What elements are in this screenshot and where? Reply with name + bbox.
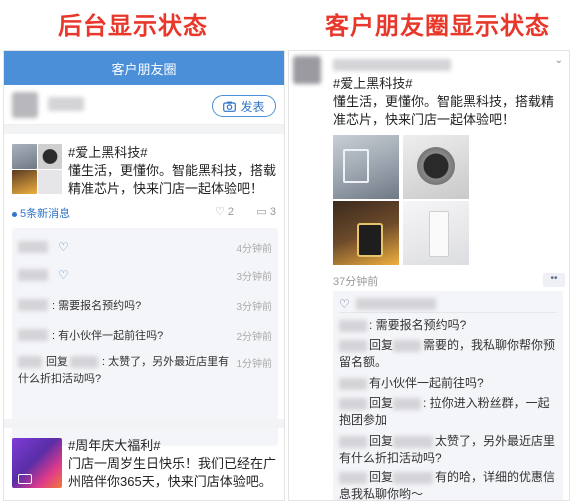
moments-panel: ⌄ #爱上黑科技# 懂生活，更懂你。智能黑科技，搭载精准芯片，快来门店一起体验吧… xyxy=(288,50,570,501)
post-image[interactable] xyxy=(333,135,399,199)
commenter-blurred xyxy=(18,329,48,341)
backend-header-title: 客户朋友圈 xyxy=(111,61,177,77)
post-body: 懂生活，更懂你。智能黑科技，搭载精准芯片，快来门店一起体验吧！ xyxy=(68,163,277,196)
backend-post[interactable]: #周年庆大福利# 门店一周岁生日快乐！我们已经在广州陪伴你365天，快来门店体验… xyxy=(4,419,284,500)
backend-status-heading: 后台显示状态 xyxy=(58,12,208,40)
backend-header: 客户朋友圈 xyxy=(4,51,284,85)
post-topic: #爱上黑科技# xyxy=(333,76,413,91)
camera-icon xyxy=(223,101,237,112)
more-actions-button[interactable]: •• xyxy=(543,273,565,287)
post-thumbnail xyxy=(12,438,62,488)
list-item[interactable]: 回复 太赞了，另外最近店里有什么折扣活动吗? xyxy=(339,433,557,467)
post-body: 门店一周岁生日快乐！我们已经在广州陪伴你365天，快来门店体验吧。 xyxy=(68,456,277,489)
list-item: ♡ 3分钟前 xyxy=(18,264,272,286)
list-item[interactable]: 回复: 拉你进入粉丝群，一起抱团参加 xyxy=(339,395,557,429)
like-count[interactable]: ♡ 2 xyxy=(215,205,234,218)
video-icon xyxy=(18,474,32,484)
list-item[interactable]: 回复 有的哈，详细的优惠信息我私聊你哟～ xyxy=(339,469,557,500)
commenter-blurred xyxy=(18,241,48,253)
post-meta: 5条新消息 ♡ 2 ▭ 3 xyxy=(12,205,278,221)
backend-post[interactable]: #爱上黑科技# 懂生活，更懂你。智能黑科技，搭载精准芯片，快来门店一起体验吧！ … xyxy=(4,134,284,454)
user-name-blurred xyxy=(48,97,84,111)
list-item: ♡ 4分钟前 xyxy=(18,236,272,258)
new-message-dot xyxy=(12,211,17,217)
post-topic: #周年庆大福利# xyxy=(68,438,161,453)
backend-panel: 客户朋友圈 发表 #爱上黑科技# 懂生活，更懂你。智能黑科技，搭载精准芯片，快来… xyxy=(3,50,285,501)
commenter-blurred xyxy=(18,299,48,311)
publish-button-label: 发表 xyxy=(240,99,265,114)
post-body: 懂生活，更懂你。智能黑科技，搭载精准芯片，快来门店一起体验吧！ xyxy=(333,94,555,127)
new-messages-link[interactable]: 5条新消息 xyxy=(20,208,70,220)
avatar xyxy=(12,92,38,118)
list-item: : 有小伙伴一起前往吗? 2分钟前 xyxy=(18,324,272,346)
likers-blurred xyxy=(355,297,436,310)
post-thumbnail xyxy=(12,144,62,194)
comment-box: ♡ : 需要报名预约吗? 回复 需要的，我私聊你帮你预留名额。 有小伙伴一起前往吗… xyxy=(333,291,563,500)
post-timestamp: 37分钟前 xyxy=(333,276,379,288)
post-image[interactable] xyxy=(333,201,399,265)
list-item: 回复: 太赞了，另外最近店里有什么折扣活动吗? 1分钟前 xyxy=(18,356,272,385)
heart-icon: ♡ xyxy=(214,206,225,218)
list-item[interactable]: 有小伙伴一起前往吗? xyxy=(339,375,557,392)
backend-user-bar: 发表 xyxy=(4,85,284,125)
publish-button[interactable]: 发表 xyxy=(212,95,276,117)
heart-icon: ♡ xyxy=(58,268,69,282)
post-image[interactable] xyxy=(403,135,469,199)
likes-row: ♡ xyxy=(339,295,557,313)
list-item[interactable]: : 需要报名预约吗? xyxy=(339,317,557,334)
avatar xyxy=(293,56,321,84)
heart-icon: ♡ xyxy=(58,240,69,254)
post-image-grid xyxy=(333,135,469,267)
comment-box: ♡ 4分钟前 ♡ 3分钟前 : 需要报名预约吗? 3分钟前 : 有小伙伴一起前往… xyxy=(12,228,278,446)
post-image[interactable] xyxy=(403,201,469,265)
heart-icon: ♡ xyxy=(339,296,350,311)
list-item: : 需要报名预约吗? 3分钟前 xyxy=(18,294,272,316)
commenter-blurred xyxy=(18,269,48,281)
commenter-blurred xyxy=(18,356,42,369)
comment-count[interactable]: ▭ 3 xyxy=(256,205,276,218)
chevron-down-icon[interactable]: ⌄ xyxy=(555,55,563,66)
list-item[interactable]: 回复 需要的，我私聊你帮你预留名额。 xyxy=(339,337,557,371)
comment-icon: ▭ xyxy=(256,206,267,218)
user-name-blurred xyxy=(333,59,451,71)
moments-status-heading: 客户朋友圈显示状态 xyxy=(325,12,550,40)
post-topic: #爱上黑科技# xyxy=(68,145,148,160)
